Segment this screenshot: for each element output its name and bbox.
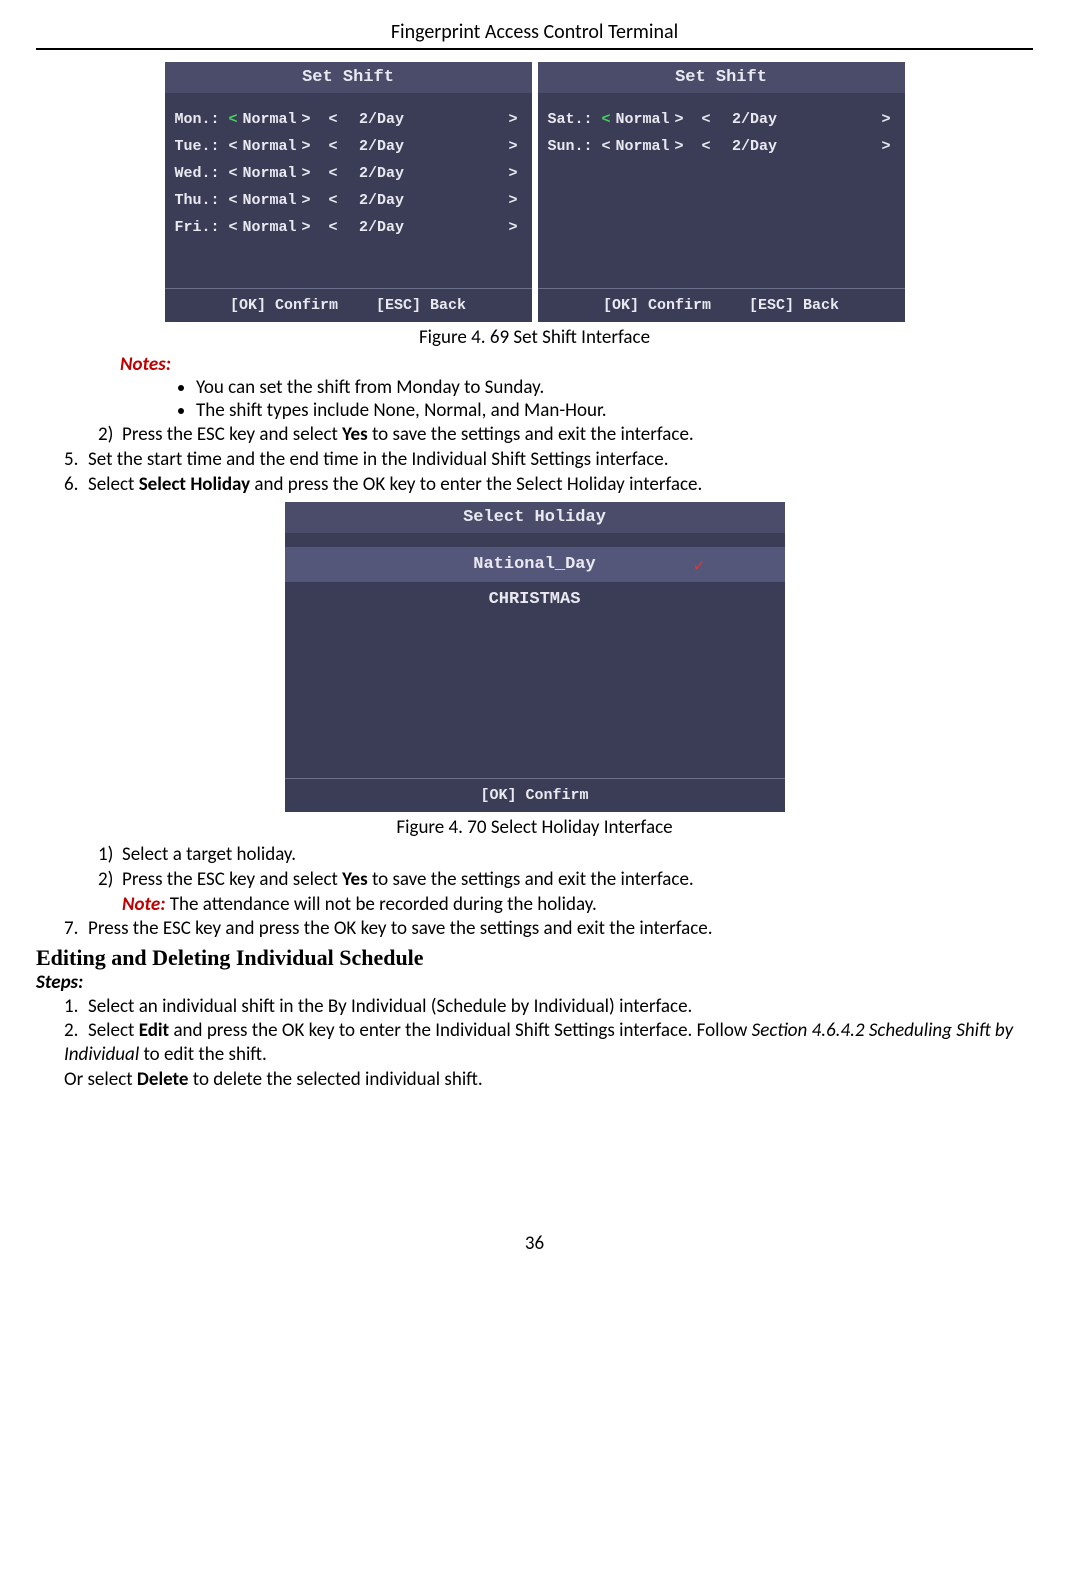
steps-label: Steps:	[36, 971, 1033, 994]
chevron-left-icon: <	[698, 111, 715, 128]
chevron-right-icon: >	[504, 111, 521, 128]
set-shift-panel-left: Set Shift Mon.:<Normal><2/Day>Tue.:<Norm…	[165, 62, 532, 322]
set-shift-panel-right: Set Shift Sat.:<Normal><2/Day>Sun.:<Norm…	[538, 62, 905, 322]
ok-confirm-label: [OK] Confirm	[230, 297, 338, 314]
shift-day-label: Sun.:	[548, 138, 598, 155]
shift-row: Tue.:<Normal><2/Day>	[175, 138, 522, 155]
shift-day-label: Wed.:	[175, 165, 225, 182]
shift-type-value: Normal	[242, 192, 298, 209]
chevron-right-icon: >	[671, 111, 688, 128]
shift-day-label: Thu.:	[175, 192, 225, 209]
substep-1: 1)Select a target holiday.	[98, 843, 1033, 867]
step-5: 5.Set the start time and the end time in…	[64, 448, 1033, 472]
set-shift-screenshot: Set Shift Mon.:<Normal><2/Day>Tue.:<Norm…	[165, 62, 905, 322]
shift-freq-value: 2/Day	[342, 111, 422, 128]
edit-step-1: 1.Select an individual shift in the By I…	[64, 995, 1033, 1019]
esc-back-label: [ESC] Back	[749, 297, 839, 314]
panel-footer: [OK] Confirm [ESC] Back	[165, 288, 532, 322]
shift-type-value: Normal	[242, 138, 298, 155]
shift-day-label: Tue.:	[175, 138, 225, 155]
shift-freq-value: 2/Day	[342, 138, 422, 155]
substep-2: 2)Press the ESC key and select Yes to sa…	[98, 868, 1033, 892]
panel-footer: [OK] Confirm [ESC] Back	[538, 288, 905, 322]
shift-type-value: Normal	[615, 138, 671, 155]
figure-caption-2: Figure 4. 70 Select Holiday Interface	[36, 816, 1033, 839]
esc-back-label: [ESC] Back	[376, 297, 466, 314]
chevron-left-icon: <	[325, 192, 342, 209]
edit-step-2-or: Or select Delete to delete the selected …	[64, 1068, 1033, 1092]
chevron-right-icon: >	[504, 219, 521, 236]
chevron-left-icon: <	[225, 219, 242, 236]
shift-freq-value: 2/Day	[715, 111, 795, 128]
shift-type-value: Normal	[615, 111, 671, 128]
holiday-item-label: CHRISTMAS	[489, 590, 581, 609]
shift-day-label: Fri.:	[175, 219, 225, 236]
chevron-left-icon: <	[598, 111, 615, 128]
note-item: You can set the shift from Monday to Sun…	[196, 376, 1033, 399]
chevron-right-icon: >	[504, 138, 521, 155]
shift-row: Thu.:<Normal><2/Day>	[175, 192, 522, 209]
shift-type-value: Normal	[242, 165, 298, 182]
chevron-left-icon: <	[325, 165, 342, 182]
chevron-left-icon: <	[225, 165, 242, 182]
page-header: Fingerprint Access Control Terminal	[36, 20, 1033, 50]
chevron-left-icon: <	[598, 138, 615, 155]
ok-confirm-label: [OK] Confirm	[603, 297, 711, 314]
shift-freq-value: 2/Day	[715, 138, 795, 155]
shift-row: Sat.:<Normal><2/Day>	[548, 111, 895, 128]
page-number: 36	[36, 1232, 1033, 1255]
shift-row: Mon.:<Normal><2/Day>	[175, 111, 522, 128]
edit-step-2: 2.Select Edit and press the OK key to en…	[64, 1019, 1033, 1067]
check-icon: ✓	[694, 555, 705, 577]
panel-title: Set Shift	[538, 62, 905, 93]
panel-footer: [OK] Confirm	[285, 778, 785, 812]
chevron-left-icon: <	[325, 111, 342, 128]
shift-type-value: Normal	[242, 111, 298, 128]
chevron-left-icon: <	[325, 138, 342, 155]
shift-freq-value: 2/Day	[342, 219, 422, 236]
substep-2-note: Note: The attendance will not be recorde…	[122, 893, 1033, 916]
shift-row: Sun.:<Normal><2/Day>	[548, 138, 895, 155]
select-holiday-screenshot: Select Holiday National_Day ✓ CHRISTMAS [O…	[285, 502, 785, 812]
panel-title: Set Shift	[165, 62, 532, 93]
holiday-item: National_Day ✓	[285, 547, 785, 582]
chevron-left-icon: <	[225, 111, 242, 128]
chevron-left-icon: <	[325, 219, 342, 236]
step-7: 7.Press the ESC key and press the OK key…	[64, 917, 1033, 941]
step-6: 6.Select Select Holiday and press the OK…	[64, 473, 1033, 497]
shift-type-value: Normal	[242, 219, 298, 236]
notes-label: Notes:	[120, 353, 1033, 376]
holiday-item-label: National_Day	[473, 555, 595, 574]
chevron-right-icon: >	[504, 165, 521, 182]
shift-day-label: Mon.:	[175, 111, 225, 128]
shift-row: Wed.:<Normal><2/Day>	[175, 165, 522, 182]
shift-freq-value: 2/Day	[342, 192, 422, 209]
chevron-left-icon: <	[698, 138, 715, 155]
chevron-right-icon: >	[877, 111, 894, 128]
chevron-right-icon: >	[298, 219, 315, 236]
chevron-right-icon: >	[298, 138, 315, 155]
chevron-left-icon: <	[225, 138, 242, 155]
figure-caption-1: Figure 4. 69 Set Shift Interface	[36, 326, 1033, 349]
chevron-right-icon: >	[298, 165, 315, 182]
chevron-right-icon: >	[298, 111, 315, 128]
chevron-right-icon: >	[298, 192, 315, 209]
shift-row: Fri.:<Normal><2/Day>	[175, 219, 522, 236]
panel-title: Select Holiday	[285, 502, 785, 533]
notes-list: You can set the shift from Monday to Sun…	[196, 376, 1033, 422]
shift-day-label: Sat.:	[548, 111, 598, 128]
note-item: The shift types include None, Normal, an…	[196, 399, 1033, 422]
substep-2: 2)Press the ESC key and select Yes to sa…	[98, 423, 1033, 447]
chevron-right-icon: >	[504, 192, 521, 209]
holiday-item: CHRISTMAS	[285, 582, 785, 617]
section-heading: Editing and Deleting Individual Schedule	[36, 945, 1033, 971]
chevron-right-icon: >	[671, 138, 688, 155]
chevron-right-icon: >	[877, 138, 894, 155]
chevron-left-icon: <	[225, 192, 242, 209]
shift-freq-value: 2/Day	[342, 165, 422, 182]
